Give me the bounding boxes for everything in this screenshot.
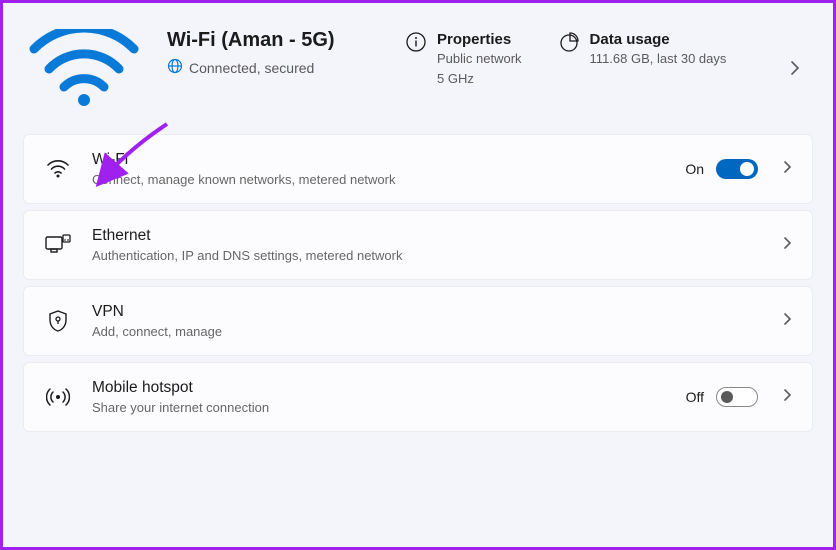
hotspot-row-title: Mobile hotspot — [92, 379, 668, 397]
network-header: Wi-Fi (Aman - 5G) Connected, secured Pro… — [23, 21, 813, 134]
ethernet-icon — [42, 234, 74, 256]
wifi-signal-icon — [29, 29, 139, 112]
data-usage-summary: 111.68 GB, last 30 days — [590, 50, 727, 68]
wifi-row-title: Wi-Fi — [92, 151, 667, 169]
mobile-hotspot-row[interactable]: Mobile hotspot Share your internet conne… — [23, 362, 813, 432]
chevron-right-icon — [776, 235, 792, 256]
wifi-row[interactable]: Wi-Fi Connect, manage known networks, me… — [23, 134, 813, 204]
wifi-icon — [42, 159, 74, 179]
hotspot-toggle-label: Off — [686, 389, 704, 405]
chevron-right-icon — [776, 387, 792, 408]
wifi-toggle[interactable] — [716, 159, 758, 179]
data-usage-link[interactable]: Data usage 111.68 GB, last 30 days — [558, 29, 727, 68]
properties-title: Properties — [437, 31, 522, 48]
header-expand-chevron[interactable] — [781, 51, 809, 90]
network-name: Wi-Fi (Aman - 5G) — [167, 29, 377, 52]
vpn-row-sub: Add, connect, manage — [92, 324, 758, 339]
network-status: Connected, secured — [189, 60, 314, 76]
vpn-row-title: VPN — [92, 303, 758, 321]
hotspot-icon — [42, 386, 74, 408]
ethernet-row-title: Ethernet — [92, 227, 758, 245]
chevron-right-icon — [776, 311, 792, 332]
vpn-row[interactable]: VPN Add, connect, manage — [23, 286, 813, 356]
data-usage-title: Data usage — [590, 31, 727, 48]
properties-link[interactable]: Properties Public network 5 GHz — [405, 29, 522, 87]
globe-icon — [167, 58, 183, 77]
pie-chart-icon — [558, 31, 580, 58]
wifi-toggle-label: On — [685, 161, 704, 177]
info-icon — [405, 31, 427, 58]
chevron-right-icon — [776, 159, 792, 180]
hotspot-toggle[interactable] — [716, 387, 758, 407]
ethernet-row-sub: Authentication, IP and DNS settings, met… — [92, 248, 758, 263]
properties-line2: 5 GHz — [437, 70, 522, 88]
properties-line1: Public network — [437, 50, 522, 68]
hotspot-row-sub: Share your internet connection — [92, 400, 668, 415]
ethernet-row[interactable]: Ethernet Authentication, IP and DNS sett… — [23, 210, 813, 280]
shield-icon — [42, 309, 74, 333]
wifi-row-sub: Connect, manage known networks, metered … — [92, 172, 667, 187]
